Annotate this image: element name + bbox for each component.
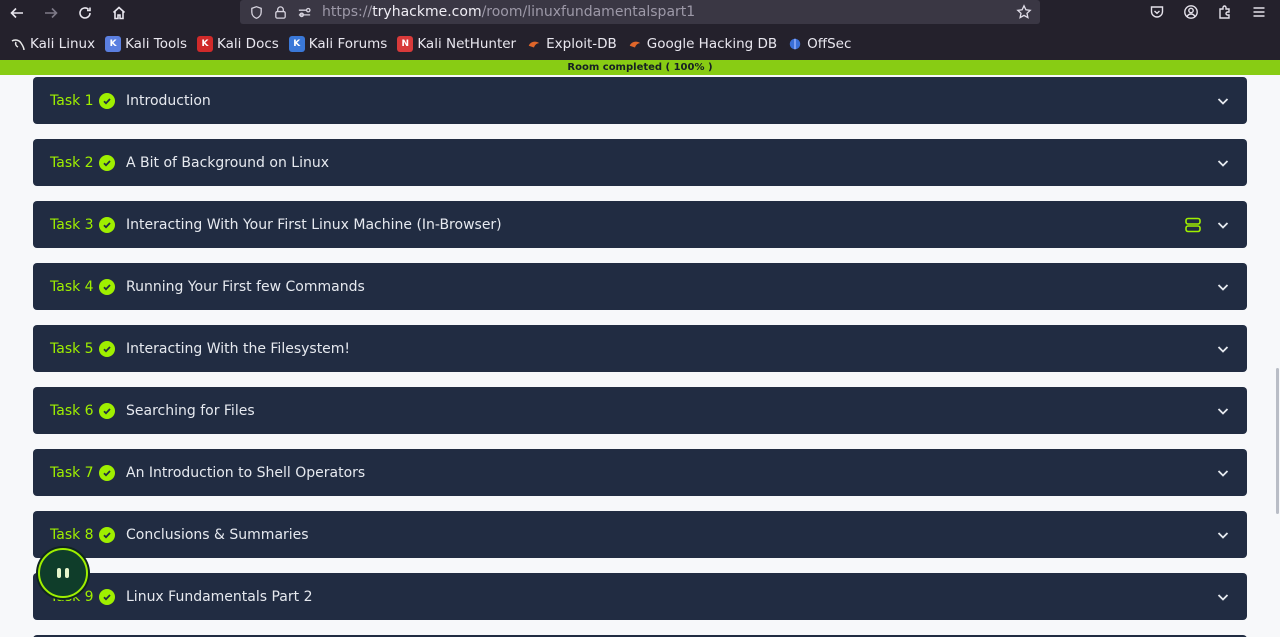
check-circle-icon — [99, 464, 115, 481]
task-number: Task 5 — [50, 340, 94, 357]
pocket-icon[interactable] — [1146, 2, 1168, 22]
bookmark-exploit-db[interactable]: Exploit-DB — [526, 36, 617, 52]
bookmark-kali-forums[interactable]: K Kali Forums — [288, 35, 388, 52]
chevron-down-icon[interactable] — [1215, 155, 1231, 171]
task-title: Interacting With Your First Linux Machin… — [126, 216, 502, 233]
forward-arrow-icon[interactable] — [34, 1, 68, 25]
chevron-down-icon[interactable] — [1215, 341, 1231, 357]
task-number: Task 1 — [50, 92, 94, 109]
shield-icon[interactable] — [248, 4, 264, 20]
reload-icon[interactable] — [68, 1, 102, 25]
chevron-down-icon[interactable] — [1215, 527, 1231, 543]
nethunter-icon: N — [397, 35, 414, 52]
bookmark-offsec[interactable]: OffSec — [787, 36, 851, 52]
bookmark-google-hacking-db[interactable]: Google Hacking DB — [627, 36, 777, 52]
task-title: Running Your First few Commands — [126, 278, 365, 295]
bookmark-kali-docs[interactable]: K Kali Docs — [197, 35, 279, 52]
kali-tools-icon: K — [105, 35, 122, 52]
ghdb-icon — [627, 36, 643, 52]
task-row[interactable]: Task 5 Interacting With the Filesystem! — [33, 325, 1247, 372]
toolbar-right-icons — [1146, 2, 1270, 22]
url-host: tryhackme.com — [372, 4, 482, 20]
browser-toolbar: https://tryhackme.com/room/linuxfundamen… — [0, 0, 1280, 26]
task-row[interactable]: Task 9 Linux Fundamentals Part 2 — [33, 573, 1247, 620]
bookmark-label: Kali Tools — [125, 35, 187, 52]
chevron-down-icon[interactable] — [1215, 465, 1231, 481]
kali-docs-icon: K — [197, 35, 213, 52]
bookmark-label: Kali Docs — [217, 35, 279, 52]
task-number: Task 2 — [50, 154, 94, 171]
server-icon[interactable] — [1184, 216, 1202, 234]
bookmark-kali-linux[interactable]: Kali Linux — [10, 36, 95, 52]
chevron-down-icon[interactable] — [1215, 217, 1231, 233]
check-circle-icon — [99, 526, 115, 543]
pause-icon — [65, 568, 69, 578]
pause-button[interactable] — [38, 548, 88, 598]
lock-icon[interactable] — [272, 4, 288, 20]
room-progress-bar: Room completed ( 100% ) — [0, 60, 1280, 75]
task-row[interactable]: Task 6 Searching for Files — [33, 387, 1247, 434]
bookmark-label: Exploit-DB — [546, 35, 617, 52]
url-scheme: https:// — [322, 4, 373, 20]
offsec-icon — [787, 36, 803, 52]
task-title: Searching for Files — [126, 402, 255, 419]
check-circle-icon — [99, 154, 115, 171]
task-number: Task 6 — [50, 402, 94, 419]
extensions-icon[interactable] — [1214, 2, 1236, 22]
task-row[interactable]: Task 8 Conclusions & Summaries — [33, 511, 1247, 558]
bookmark-label: Kali Linux — [30, 35, 96, 52]
check-circle-icon — [99, 216, 115, 233]
chevron-down-icon[interactable] — [1215, 279, 1231, 295]
bookmark-label: Google Hacking DB — [646, 35, 778, 52]
back-arrow-icon[interactable] — [0, 1, 34, 25]
task-title: A Bit of Background on Linux — [126, 154, 329, 171]
home-icon[interactable] — [102, 1, 136, 25]
check-circle-icon — [99, 588, 115, 605]
url-path: /room/linuxfundamentalspart1 — [481, 4, 696, 20]
task-list: Task 1 Introduction Task 2 A Bit of Back… — [33, 77, 1247, 637]
check-circle-icon — [99, 278, 115, 295]
task-number: Task 8 — [50, 526, 94, 543]
chevron-down-icon[interactable] — [1215, 93, 1231, 109]
bookmark-kali-tools[interactable]: K Kali Tools — [105, 35, 187, 52]
task-row[interactable]: Task 4 Running Your First few Commands — [33, 263, 1247, 310]
check-circle-icon — [99, 402, 115, 419]
chevron-down-icon[interactable] — [1215, 403, 1231, 419]
bookmark-label: Kali Forums — [308, 35, 388, 52]
url-bar[interactable]: https://tryhackme.com/room/linuxfundamen… — [240, 0, 1040, 24]
check-circle-icon — [99, 92, 115, 109]
task-title: Introduction — [126, 92, 211, 109]
exploit-db-icon — [526, 36, 542, 52]
task-number: Task 7 — [50, 464, 94, 481]
task-row[interactable]: Task 2 A Bit of Background on Linux — [33, 139, 1247, 186]
task-number: Task 3 — [50, 216, 94, 233]
task-title: Conclusions & Summaries — [126, 526, 309, 543]
task-title: An Introduction to Shell Operators — [126, 464, 366, 481]
menu-icon[interactable] — [1248, 2, 1270, 22]
bookmark-label: Kali NetHunter — [417, 35, 517, 52]
task-row[interactable]: Task 1 Introduction — [33, 77, 1247, 124]
account-icon[interactable] — [1180, 2, 1202, 22]
bookmarks-bar: Kali Linux K Kali Tools K Kali Docs K Ka… — [0, 26, 1280, 61]
kali-icon — [10, 36, 26, 52]
task-title: Interacting With the Filesystem! — [126, 340, 351, 357]
pause-icon — [57, 568, 61, 578]
task-row[interactable]: Task 7 An Introduction to Shell Operator… — [33, 449, 1247, 496]
task-title: Linux Fundamentals Part 2 — [126, 588, 313, 605]
check-circle-icon — [99, 340, 115, 357]
kali-forums-icon: K — [288, 35, 305, 52]
task-row[interactable]: Task 3 Interacting With Your First Linux… — [33, 201, 1247, 248]
bookmark-kali-nethunter[interactable]: N Kali NetHunter — [397, 35, 517, 52]
url-text[interactable]: https://tryhackme.com/room/linuxfundamen… — [322, 4, 695, 20]
room-progress-label: Room completed ( 100% ) — [567, 62, 713, 73]
task-number: Task 4 — [50, 278, 94, 295]
bookmark-label: OffSec — [807, 35, 852, 52]
page-scrollbar[interactable] — [1276, 368, 1279, 514]
chevron-down-icon[interactable] — [1215, 589, 1231, 605]
bookmark-star-icon[interactable] — [1016, 4, 1032, 20]
permissions-icon[interactable] — [296, 4, 312, 20]
